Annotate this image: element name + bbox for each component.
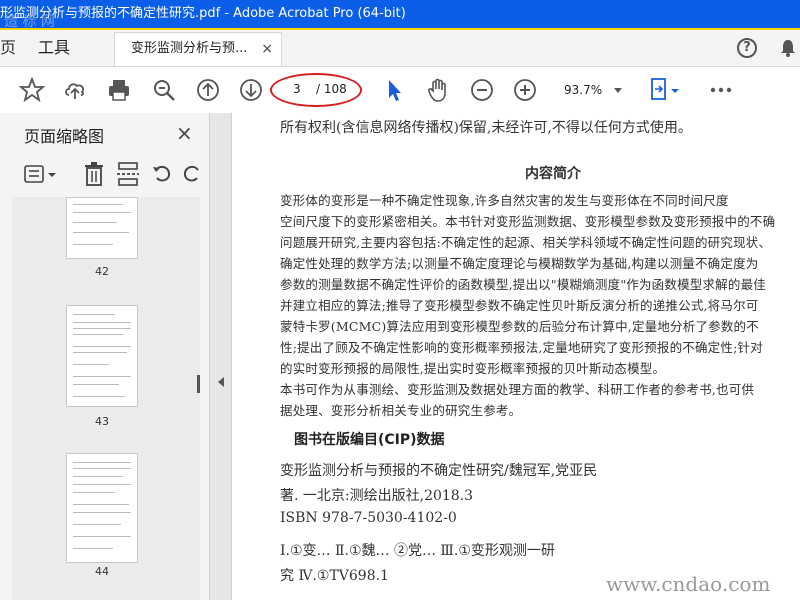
paragraph-line: 据处理、变形分析相关专业的研究生参考。 — [280, 403, 522, 418]
panel-collapse-strip[interactable] — [210, 113, 232, 600]
document-view[interactable]: 所有权利(含信息网络传播权)保留,未经许可,不得以任何方式使用。 内容简介 变形… — [232, 113, 800, 600]
rotate-right-icon[interactable] — [182, 162, 202, 186]
tab-home[interactable]: 页 — [0, 30, 16, 66]
cip-line: ISBN 978-7-5030-4102-0 — [280, 510, 457, 526]
thumbnail-page[interactable] — [66, 453, 138, 563]
chevron-down-icon — [614, 88, 622, 93]
thumbnail-label: 43 — [95, 415, 109, 428]
thumbnail-options-icon[interactable] — [22, 163, 58, 187]
watermark-top: 造 标 网 — [4, 14, 55, 30]
page-up-icon[interactable] — [195, 77, 221, 103]
cip-title: 图书在版编目(CIP)数据 — [294, 432, 445, 448]
print-icon[interactable] — [106, 77, 132, 103]
zoom-in-icon[interactable] — [512, 77, 538, 103]
paragraph-line: 的实时变形预报的局限性,提出实时变形概率预报的贝叶斯动态模型。 — [280, 361, 666, 376]
insert-page-icon[interactable] — [116, 161, 140, 187]
window-title: 形监测分析与预报的不确定性研究.pdf - Adobe Acrobat Pro … — [0, 6, 406, 21]
thumbnail-label: 42 — [95, 265, 109, 278]
rotate-left-icon[interactable] — [150, 162, 174, 186]
page-down-icon[interactable] — [238, 77, 264, 103]
tab-document[interactable]: 变形监测分析与预... × — [114, 32, 282, 66]
page-number-box[interactable]: 3 / 108 — [270, 73, 362, 107]
collapse-arrow-icon[interactable] — [218, 377, 224, 387]
page-thumbnails-panel: 页面缩略图 × 42 43 44 — [0, 113, 210, 600]
paragraph-line: 空间尺度下的变形紧密相关。本书针对变形监测数据、变形模型参数及变形预报中的不确 — [280, 214, 776, 229]
paragraph-line: 变形体的变形是一种不确定性现象,许多自然灾害的发生与变形体在不同时间尺度 — [280, 193, 729, 208]
paragraph-line: 确定性处理的数学方法;以测量不确定度理论与模糊数学为基础,构建以测量不确定度为 — [280, 256, 759, 271]
fit-page-icon[interactable] — [648, 77, 684, 103]
thumbnail-page[interactable] — [66, 197, 138, 259]
thumbnail-label: 44 — [95, 565, 109, 578]
paragraph-line: 蒙特卡罗(MCMC)算法应用到变形模型参数的后验分布计算中,定量地分析了参数的不 — [280, 319, 759, 334]
section-title: 内容简介 — [525, 166, 581, 182]
panel-title: 页面缩略图 — [24, 127, 105, 146]
help-icon[interactable]: ? — [737, 38, 757, 58]
paragraph-line: 性;提出了顾及不确定性影响的变形概率预报法,定量地研究了变形预报的不确定性;针对 — [280, 340, 763, 355]
copyright-line: 所有权利(含信息网络传播权)保留,未经许可,不得以任何方式使用。 — [280, 120, 692, 136]
select-cursor-icon[interactable] — [382, 77, 408, 103]
tab-close-button[interactable]: × — [261, 33, 273, 65]
zoom-out-icon[interactable] — [469, 77, 495, 103]
more-options-icon[interactable] — [708, 77, 734, 103]
thumbnail-list[interactable]: 42 43 44 — [12, 197, 200, 600]
page-current-input[interactable]: 3 — [293, 82, 301, 96]
zoom-dropdown[interactable]: 93.7% — [558, 79, 628, 101]
page-total: / 108 — [316, 82, 347, 96]
cloud-upload-icon[interactable] — [62, 77, 88, 103]
paragraph-line: 参数的测量数据不确定性评价的函数模型,提出以"模糊熵测度"作为函数模型求解的最佳 — [280, 277, 766, 292]
panel-close-button[interactable]: × — [176, 121, 193, 145]
cip-line: Ⅰ.①变… Ⅱ.①魏… ②党… Ⅲ.①变形观测一研 — [280, 543, 555, 559]
paragraph-line: 本书可作为从事测绘、变形监测及数据处理方面的教学、科研工作者的参考书,也可供 — [280, 382, 755, 397]
watermark-bottom: www.cndao.com — [606, 572, 771, 596]
tab-document-label: 变形监测分析与预... — [131, 41, 248, 56]
title-bar: 形监测分析与预报的不确定性研究.pdf - Adobe Acrobat Pro … — [0, 0, 800, 30]
star-icon[interactable] — [19, 77, 45, 103]
thumbnail-page[interactable] — [66, 305, 138, 407]
cip-line: 究 Ⅳ.①TV698.1 — [280, 568, 389, 584]
paragraph-line: 并建立相应的算法;推导了变形模型参数不确定性贝叶斯反演分析的递推公式,将马尔可 — [280, 298, 759, 313]
toolbar: 3 / 108 93.7% — [0, 67, 800, 114]
cip-line: 著. 一北京:测绘出版社,2018.3 — [280, 488, 474, 504]
tab-tools[interactable]: 工具 — [38, 30, 70, 66]
zoom-search-icon[interactable] — [151, 77, 177, 103]
panel-toolbar — [0, 157, 210, 193]
bell-icon[interactable] — [778, 38, 798, 58]
cip-line: 变形监测分析与预报的不确定性研究/魏冠军,党亚民 — [280, 463, 598, 479]
paragraph-line: 问题展开研究,主要内容包括:不确定性的起源、相关学科领域不确定性问题的研究现状、 — [280, 235, 772, 250]
tab-bar: 页 工具 变形监测分析与预... × ? — [0, 30, 800, 67]
hand-tool-icon[interactable] — [425, 77, 451, 103]
zoom-value: 93.7% — [564, 83, 603, 97]
trash-icon[interactable] — [82, 161, 106, 187]
panel-resize-handle[interactable] — [197, 375, 200, 393]
